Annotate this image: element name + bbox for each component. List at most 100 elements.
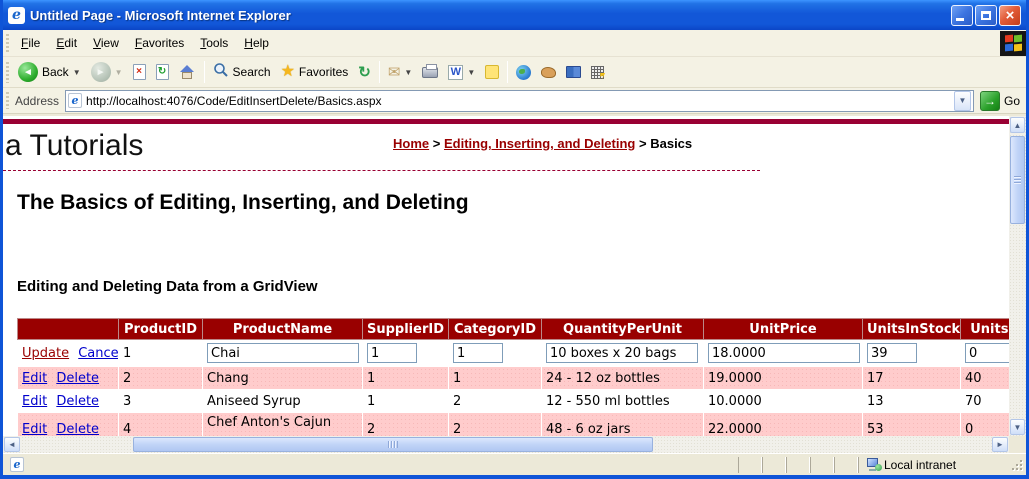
- document-icon: e: [10, 457, 24, 472]
- toolbar-grip[interactable]: [6, 61, 9, 83]
- mail-button[interactable]: ✉ ▼: [383, 59, 418, 85]
- delete-link[interactable]: Delete: [56, 394, 99, 409]
- back-icon: ◄: [18, 62, 38, 82]
- menu-file[interactable]: File: [13, 32, 48, 54]
- cancel-link[interactable]: Cancel: [78, 346, 117, 361]
- breadcrumb-section-link[interactable]: Editing, Inserting, and Deleting: [444, 136, 635, 151]
- header-units-in-stock: UnitsInStock: [862, 318, 961, 340]
- back-label: Back: [42, 65, 69, 79]
- messenger-button[interactable]: [586, 59, 609, 85]
- scroll-up-button[interactable]: ▲: [1010, 117, 1025, 133]
- cell-product-id: 3: [118, 389, 203, 413]
- header-commands: [17, 318, 119, 340]
- close-icon: ×: [1005, 6, 1015, 24]
- units-in-stock-field[interactable]: [867, 343, 917, 363]
- forward-icon: ►: [90, 62, 111, 82]
- cell-units-on-order: 0: [960, 412, 1009, 436]
- print-button[interactable]: [417, 59, 443, 85]
- table-row: Edit Delete 4 Chef Anton's Cajun 2 2 48 …: [17, 412, 1009, 436]
- horizontal-scroll-thumb[interactable]: [133, 437, 653, 452]
- maximize-button[interactable]: [975, 4, 997, 26]
- scroll-thumb-grip: [388, 441, 398, 448]
- menu-tools[interactable]: Tools: [192, 32, 236, 54]
- cell-units-in-stock: 13: [862, 389, 961, 413]
- refresh-icon: ↻: [155, 64, 169, 80]
- cell-unit-price: 10.0000: [703, 389, 863, 413]
- unit-price-field[interactable]: [708, 343, 860, 363]
- status-main-pane: e: [6, 456, 738, 474]
- vertical-scroll-thumb[interactable]: [1010, 136, 1025, 224]
- standard-toolbar: ◄ Back ▼ ► ▼ × ↻ Search ★ Favorites ↻ ✉ …: [3, 57, 1026, 88]
- stop-button[interactable]: ×: [128, 59, 151, 85]
- address-input[interactable]: e http://localhost:4076/Code/EditInsertD…: [65, 89, 974, 112]
- refresh-button[interactable]: ↻: [151, 59, 174, 85]
- address-dropdown-button[interactable]: ▼: [953, 90, 971, 111]
- edit-link[interactable]: Edit: [22, 394, 47, 409]
- cell-units-on-order: 70: [960, 389, 1009, 413]
- menu-view[interactable]: View: [85, 32, 127, 54]
- cell-supplier-id: 2: [362, 412, 449, 436]
- status-pane: [834, 456, 858, 473]
- header-unit-price: UnitPrice: [703, 318, 863, 340]
- quantity-per-unit-field[interactable]: [546, 343, 698, 363]
- minimize-button[interactable]: [951, 4, 973, 26]
- back-button[interactable]: ◄ Back ▼: [13, 59, 86, 85]
- title-bar: e Untitled Page - Microsoft Internet Exp…: [3, 0, 1026, 30]
- search-button[interactable]: Search: [208, 59, 276, 85]
- back-dropdown-icon[interactable]: ▼: [73, 68, 81, 77]
- menu-favorites[interactable]: Favorites: [127, 32, 192, 54]
- page-viewport: a Tutorials Home > Editing, Inserting, a…: [3, 116, 1009, 436]
- security-zone-label: Local intranet: [884, 457, 957, 472]
- history-button[interactable]: ↻: [353, 59, 376, 85]
- address-label: Address: [15, 93, 60, 108]
- address-url[interactable]: http://localhost:4076/Code/EditInsertDel…: [86, 94, 954, 108]
- print-icon: [422, 63, 439, 78]
- home-button[interactable]: [174, 59, 201, 85]
- mail-dropdown-icon[interactable]: ▼: [404, 68, 412, 77]
- horizontal-scrollbar[interactable]: ◄ ►: [3, 436, 1009, 453]
- cell-units-in-stock: 17: [862, 366, 961, 390]
- product-name-field[interactable]: [207, 343, 359, 363]
- category-id-field[interactable]: [453, 343, 503, 363]
- menubar-grip[interactable]: [6, 33, 9, 53]
- minimize-icon: [956, 17, 964, 21]
- windows-logo-throbber: [1000, 30, 1026, 56]
- resize-grip[interactable]: [1010, 458, 1023, 471]
- cell-unit-price: 19.0000: [703, 366, 863, 390]
- addressbar-grip[interactable]: [6, 91, 9, 110]
- scroll-left-button[interactable]: ◄: [4, 437, 20, 452]
- page-top-rule: [3, 119, 1009, 124]
- menu-help[interactable]: Help: [236, 32, 277, 54]
- menu-edit[interactable]: Edit: [48, 32, 85, 54]
- forward-button[interactable]: ► ▼: [86, 59, 128, 85]
- research-button[interactable]: [511, 59, 536, 85]
- cell-product-id: 1: [118, 339, 203, 367]
- close-button[interactable]: ×: [999, 4, 1021, 26]
- discuss-button[interactable]: [480, 59, 504, 85]
- delete-link[interactable]: Delete: [56, 422, 99, 436]
- scroll-down-button[interactable]: ▼: [1010, 419, 1025, 435]
- units-on-order-field[interactable]: [965, 343, 1009, 363]
- edit-with-word-button[interactable]: W ▼: [443, 59, 480, 85]
- toolbar-separator: [378, 61, 380, 83]
- status-pane: [786, 456, 810, 473]
- delete-link[interactable]: Delete: [56, 371, 99, 386]
- cell-quantity-per-unit: 12 - 550 ml bottles: [541, 389, 704, 413]
- table-row: Edit Delete 2 Chang 1 1 24 - 12 oz bottl…: [17, 366, 1009, 390]
- scroll-right-button[interactable]: ►: [992, 437, 1008, 452]
- word-icon: W: [448, 64, 464, 80]
- messenger-bird-button[interactable]: [536, 59, 561, 85]
- go-button[interactable]: → Go: [979, 90, 1020, 111]
- messenger-grid-icon: [591, 65, 605, 79]
- vertical-scrollbar[interactable]: ▲ ▼: [1009, 116, 1026, 436]
- favorites-button[interactable]: ★ Favorites: [276, 59, 354, 85]
- mail-icon: ✉: [387, 63, 401, 81]
- breadcrumb-home-link[interactable]: Home: [393, 136, 429, 151]
- edit-link[interactable]: Edit: [22, 371, 47, 386]
- edit-link[interactable]: Edit: [22, 422, 47, 436]
- word-dropdown-icon[interactable]: ▼: [467, 68, 475, 77]
- update-link[interactable]: Update: [22, 346, 69, 361]
- encarta-button[interactable]: [561, 59, 586, 85]
- supplier-id-field[interactable]: [367, 343, 417, 363]
- cell-unit-price: 22.0000: [703, 412, 863, 436]
